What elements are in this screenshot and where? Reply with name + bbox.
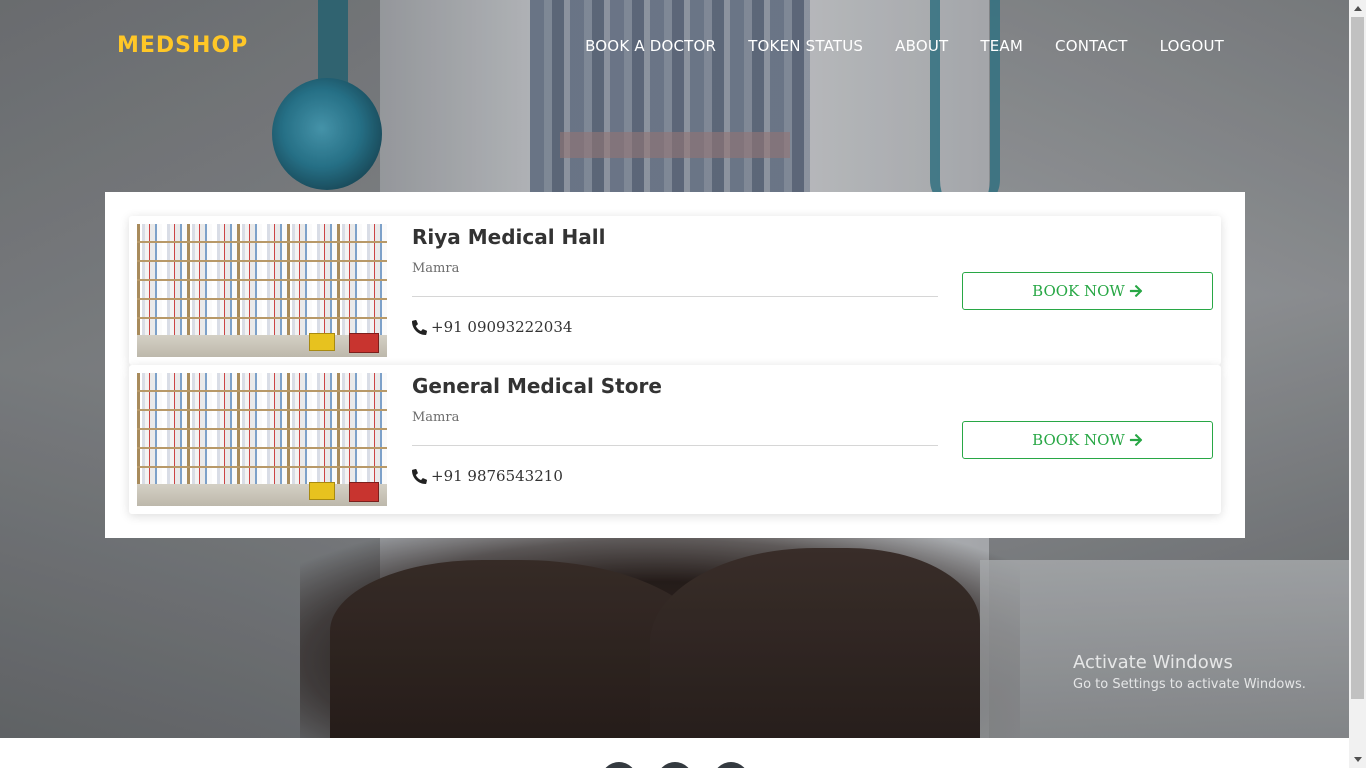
book-now-button[interactable]: BOOK NOW bbox=[962, 272, 1213, 310]
arrow-right-icon bbox=[1129, 284, 1143, 298]
social-icon[interactable] bbox=[657, 762, 693, 768]
brand-logo[interactable]: MEDSHOP bbox=[117, 33, 248, 59]
nav-link-logout[interactable]: LOGOUT bbox=[1160, 37, 1224, 55]
nav-item-book-a-doctor: BOOK A DOCTOR bbox=[585, 37, 716, 56]
navbar: MEDSHOP BOOK A DOCTOR TOKEN STATUS ABOUT… bbox=[0, 0, 1349, 92]
watermark-title: Activate Windows bbox=[1073, 652, 1233, 673]
social-icon[interactable] bbox=[601, 762, 637, 768]
page: MEDSHOP BOOK A DOCTOR TOKEN STATUS ABOUT… bbox=[0, 0, 1366, 768]
store-phone: +91 09093222034 bbox=[412, 318, 572, 336]
store-card: Riya Medical Hall Mamra +91 09093222034 … bbox=[129, 216, 1221, 365]
vertical-scrollbar[interactable] bbox=[1349, 0, 1366, 768]
store-name: Riya Medical Hall bbox=[412, 225, 606, 249]
nav-item-contact: CONTACT bbox=[1055, 37, 1128, 56]
store-location: Mamra bbox=[412, 410, 460, 425]
watermark-subtitle: Go to Settings to activate Windows. bbox=[1073, 677, 1306, 692]
store-list-panel: Riya Medical Hall Mamra +91 09093222034 … bbox=[105, 192, 1245, 538]
store-phone-number: +91 9876543210 bbox=[431, 467, 563, 485]
book-now-label: BOOK NOW bbox=[1032, 431, 1125, 449]
pharmacy-shelves-image bbox=[137, 224, 387, 357]
phone-icon bbox=[412, 319, 427, 335]
social-icon[interactable] bbox=[713, 762, 749, 768]
scroll-down-arrow[interactable] bbox=[1349, 751, 1366, 768]
nav-item-token-status: TOKEN STATUS bbox=[748, 37, 863, 56]
store-phone: +91 9876543210 bbox=[412, 467, 563, 485]
nav-link-team[interactable]: TEAM bbox=[980, 37, 1023, 55]
store-card: General Medical Store Mamra +91 98765432… bbox=[129, 365, 1221, 514]
store-name: General Medical Store bbox=[412, 374, 662, 398]
nav-item-logout: LOGOUT bbox=[1160, 37, 1224, 56]
scrollbar-thumb[interactable] bbox=[1351, 17, 1364, 699]
nav-link-book-a-doctor[interactable]: BOOK A DOCTOR bbox=[585, 37, 716, 55]
nav-link-token-status[interactable]: TOKEN STATUS bbox=[748, 37, 863, 55]
nav-item-about: ABOUT bbox=[895, 37, 948, 56]
divider bbox=[412, 296, 938, 297]
store-phone-number: +91 09093222034 bbox=[431, 318, 573, 336]
nav-link-about[interactable]: ABOUT bbox=[895, 37, 948, 55]
divider bbox=[412, 445, 938, 446]
book-now-label: BOOK NOW bbox=[1032, 282, 1125, 300]
nav-link-contact[interactable]: CONTACT bbox=[1055, 37, 1128, 55]
scroll-up-arrow[interactable] bbox=[1349, 0, 1366, 17]
pharmacy-shelves-image bbox=[137, 373, 387, 506]
activate-windows-watermark: Activate Windows Go to Settings to activ… bbox=[1073, 652, 1306, 695]
nav-links: BOOK A DOCTOR TOKEN STATUS ABOUT TEAM CO… bbox=[585, 37, 1224, 56]
nav-item-team: TEAM bbox=[980, 37, 1023, 56]
footer bbox=[0, 738, 1349, 768]
store-location: Mamra bbox=[412, 261, 460, 276]
arrow-right-icon bbox=[1129, 433, 1143, 447]
phone-icon bbox=[412, 468, 427, 484]
book-now-button[interactable]: BOOK NOW bbox=[962, 421, 1213, 459]
